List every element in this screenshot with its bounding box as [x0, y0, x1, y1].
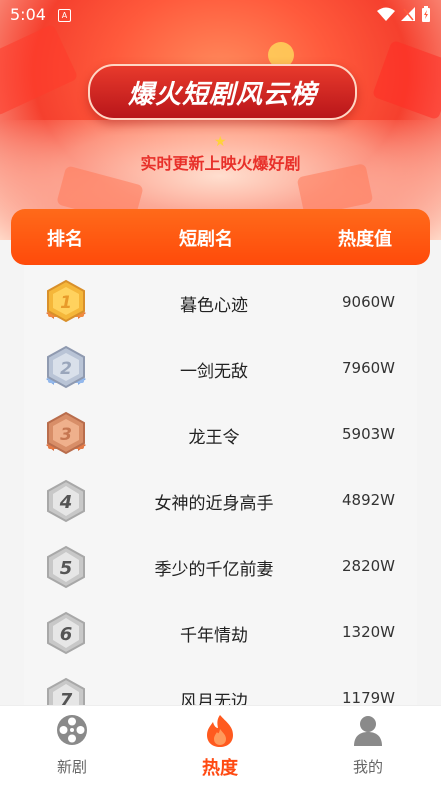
tab-label: 热度: [202, 758, 238, 779]
heat-value: 7960W: [341, 359, 395, 377]
battery-icon: [422, 6, 430, 22]
tab-label: 我的: [352, 758, 383, 776]
flame-icon: [207, 715, 233, 747]
drama-name: 女神的近身高手: [154, 494, 274, 514]
drama-name: 千年情劫: [180, 626, 248, 646]
status-time: 5:04: [10, 5, 46, 24]
ranking-row[interactable]: 3 龙王令 5903W: [24, 401, 417, 467]
ranking-row[interactable]: 6 千年情劫 1320W: [24, 599, 417, 665]
tab-mine[interactable]: 我的: [318, 706, 418, 785]
header-rank: 排名: [47, 229, 83, 250]
ranking-row[interactable]: 1 暮色心迹 9060W: [24, 269, 417, 335]
heat-value: 4892W: [341, 491, 395, 509]
ranking-row[interactable]: 5 季少的千亿前妻 2820W: [24, 533, 417, 599]
ranking-row[interactable]: 2 一剑无敌 7960W: [24, 335, 417, 401]
heat-value: 1179W: [341, 689, 395, 705]
ranking-list: 1 暮色心迹 9060W 2 一剑无敌 7960W 3 龙王令 5903W 4 …: [24, 265, 417, 705]
drama-name: 风月无边: [180, 692, 248, 705]
svg-text:3: 3: [60, 425, 72, 445]
ranking-row[interactable]: 7 风月无边 1179W: [24, 665, 417, 705]
app-notification-icon: A: [58, 9, 71, 22]
tab-hot[interactable]: 热度: [170, 706, 270, 785]
wifi-icon: [377, 7, 395, 21]
silver-medal-icon: 2: [46, 345, 86, 389]
table-header: 排名 短剧名 热度值: [11, 209, 430, 265]
svg-text:6: 6: [60, 624, 73, 645]
bronze-medal-icon: 3: [46, 411, 86, 455]
svg-text:2: 2: [60, 359, 72, 379]
user-icon: [354, 716, 382, 746]
drama-name: 季少的千亿前妻: [154, 560, 274, 580]
signal-icon: [401, 7, 415, 21]
drama-name: 一剑无敌: [180, 362, 248, 382]
system-icons: [377, 6, 431, 22]
header-name: 短剧名: [179, 229, 233, 250]
tab-new-dramas[interactable]: 新剧: [22, 706, 122, 785]
star-icon: ★: [214, 134, 227, 150]
film-reel-icon: [57, 715, 87, 745]
ranking-row[interactable]: 4 女神的近身高手 4892W: [24, 467, 417, 533]
ranking-subtitle: 实时更新上映火爆好剧: [140, 154, 301, 173]
heat-value: 9060W: [341, 293, 395, 311]
heat-value: 5903W: [341, 425, 395, 443]
decor-box-right: [371, 39, 441, 121]
drama-name: 暮色心迹: [180, 296, 248, 316]
tab-label: 新剧: [56, 758, 87, 776]
rank-badge-icon: 7: [47, 677, 85, 705]
heat-value: 1320W: [341, 623, 395, 641]
gold-medal-icon: 1: [46, 279, 86, 323]
decor-ribbon-left: [0, 23, 79, 117]
hero-banner: [0, 0, 441, 240]
rank-badge-icon: 4: [47, 479, 85, 523]
rank-badge-icon: 6: [47, 611, 85, 655]
svg-text:5: 5: [60, 558, 73, 579]
header-heat: 热度值: [338, 229, 392, 250]
svg-text:1: 1: [60, 293, 72, 313]
rank-badge-icon: 5: [47, 545, 85, 589]
bottom-tab-bar: 新剧 热度 我的: [0, 705, 441, 785]
status-bar: 5:04 A: [0, 0, 441, 30]
drama-name: 龙王令: [188, 428, 240, 448]
svg-text:4: 4: [59, 492, 73, 513]
ranking-title: 爆火短剧风云榜: [88, 64, 357, 120]
svg-text:7: 7: [60, 690, 73, 705]
heat-value: 2820W: [341, 557, 395, 575]
